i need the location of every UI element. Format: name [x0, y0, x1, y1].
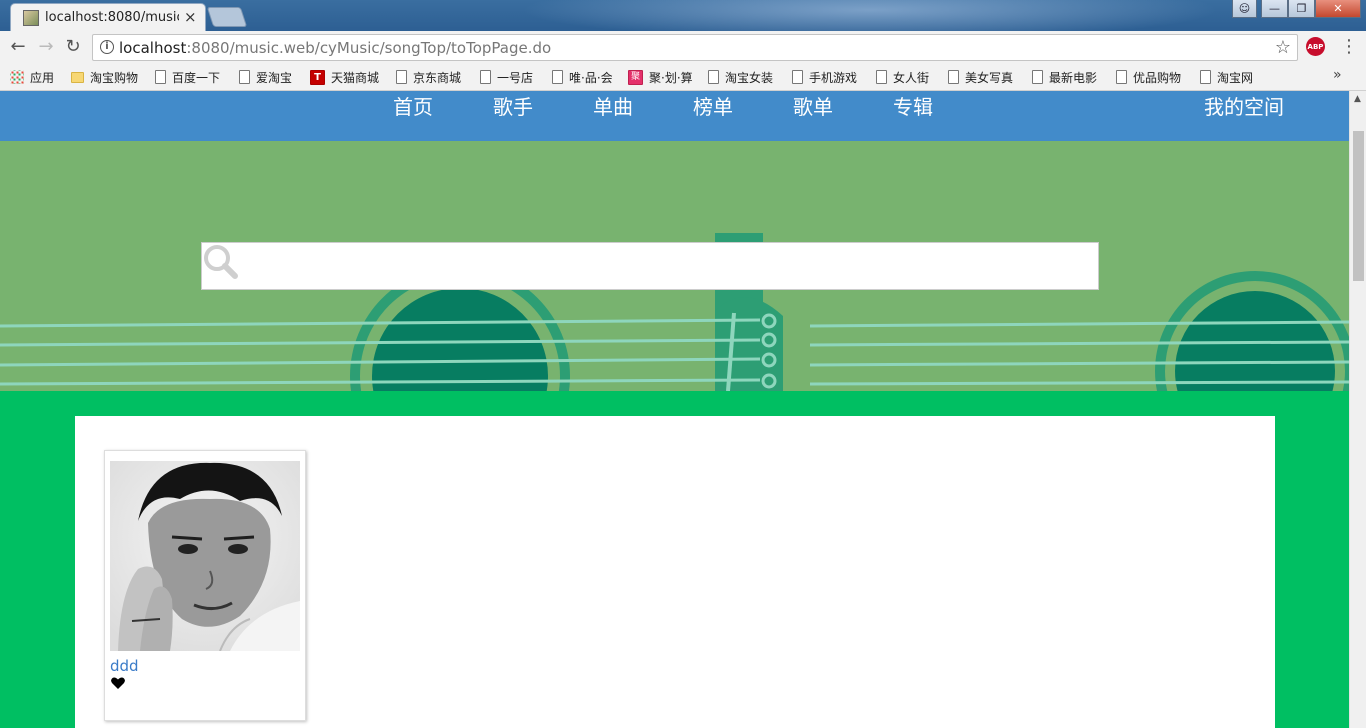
site-nav: 首页 歌手 单曲 榜单 歌单 专辑 我的空间: [0, 91, 1349, 141]
reload-button[interactable]: ↻: [62, 35, 84, 57]
scroll-thumb[interactable]: [1353, 131, 1364, 281]
bookmark-label: 淘宝购物: [90, 70, 139, 85]
restore-button[interactable]: ❐: [1288, 0, 1315, 18]
bookmark-star-icon[interactable]: ☆: [1275, 37, 1291, 58]
bookmark-label: 美女写真: [965, 70, 1014, 85]
bookmark-item[interactable]: 一号店: [480, 68, 533, 86]
bookmark-item[interactable]: 聚聚·划·算: [628, 68, 693, 86]
bookmark-item[interactable]: 淘宝女装: [708, 68, 773, 86]
more-bookmarks-icon[interactable]: »: [1333, 67, 1342, 83]
bookmark-label: 一号店: [497, 70, 534, 85]
nav-singers[interactable]: 歌手: [493, 91, 533, 120]
nav-my-space[interactable]: 我的空间: [1204, 91, 1284, 120]
bookmark-label: 手机游戏: [809, 70, 858, 85]
bookmark-label: 最新电影: [1049, 70, 1098, 85]
apps-icon: [10, 70, 24, 84]
bookmark-label: 淘宝网: [1217, 70, 1254, 85]
bookmark-item[interactable]: 美女写真: [948, 68, 1013, 86]
tab-close-icon[interactable]: ×: [184, 8, 197, 26]
content-panel: ddd: [75, 416, 1275, 728]
nav-albums[interactable]: 专辑: [893, 91, 933, 120]
bookmark-item[interactable]: 女人街: [876, 68, 929, 86]
page-icon: [1032, 70, 1043, 84]
bookmark-item[interactable]: 最新电影: [1032, 68, 1097, 86]
favicon-icon: [23, 10, 39, 26]
bookmark-label: 百度一下: [172, 70, 221, 85]
bookmark-item[interactable]: 应用: [10, 68, 54, 86]
user-icon[interactable]: ☺: [1232, 0, 1257, 18]
page-icon: [480, 70, 491, 84]
bookmark-item[interactable]: 京东商城: [396, 68, 461, 86]
browser-tab[interactable]: localhost:8080/music.w ×: [10, 3, 206, 31]
page-icon: [1200, 70, 1211, 84]
bookmark-item[interactable]: 淘宝网: [1200, 68, 1253, 86]
back-button[interactable]: ←: [7, 35, 29, 57]
bookmark-label: 聚·划·算: [649, 70, 693, 85]
page-icon: [552, 70, 563, 84]
bookmark-label: 京东商城: [413, 70, 462, 85]
close-window-button[interactable]: ✕: [1315, 0, 1361, 18]
new-tab-button[interactable]: [206, 7, 248, 27]
url-text[interactable]: localhost:8080/music.web/cyMusic/songTop…: [119, 39, 551, 57]
page-icon: [1116, 70, 1127, 84]
tmall-icon: T: [310, 69, 325, 85]
forward-button[interactable]: →: [35, 35, 57, 57]
bookmark-item[interactable]: T 天猫商城: [310, 68, 379, 86]
folder-icon: [71, 71, 84, 83]
bookmark-item[interactable]: 淘宝购物: [71, 68, 138, 86]
nav-charts[interactable]: 榜单: [693, 91, 733, 120]
page-icon: [948, 70, 959, 84]
bookmark-label: 女人街: [893, 70, 930, 85]
url-path: :8080/music.web/cyMusic/songTop/toTopPag…: [186, 39, 552, 57]
bookmark-item[interactable]: 爱淘宝: [239, 68, 292, 86]
page-viewport: 首页 歌手 单曲 榜单 歌单 专辑 我的空间 ddd: [0, 91, 1349, 728]
nav-playlists[interactable]: 歌单: [793, 91, 833, 120]
menu-icon[interactable]: ⋮: [1340, 36, 1358, 57]
scroll-up-icon[interactable]: ▲: [1354, 94, 1361, 104]
singer-name[interactable]: ddd: [110, 657, 139, 675]
minimize-button[interactable]: —: [1261, 0, 1288, 18]
vertical-scrollbar[interactable]: ▲: [1349, 91, 1366, 728]
nav-songs[interactable]: 单曲: [593, 91, 633, 120]
browser-toolbar: ← → ↻ i localhost:8080/music.web/cyMusic…: [0, 31, 1366, 63]
hero-banner: [0, 141, 1349, 391]
bookmark-item[interactable]: 手机游戏: [792, 68, 857, 86]
singer-card[interactable]: ddd: [104, 450, 306, 721]
page-icon: [876, 70, 887, 84]
address-bar[interactable]: i localhost:8080/music.web/cyMusic/songT…: [92, 34, 1298, 61]
page-icon: [708, 70, 719, 84]
page-icon: [239, 70, 250, 84]
url-host: localhost: [119, 39, 187, 57]
adblock-icon[interactable]: ABP: [1306, 37, 1325, 56]
browser-titlebar: localhost:8080/music.w × ☺ — ❐ ✕: [0, 0, 1366, 31]
page-icon: [155, 70, 166, 84]
search-icon[interactable]: [202, 243, 238, 279]
portrait-photo[interactable]: [110, 461, 300, 651]
bookmark-label: 优品购物: [1133, 70, 1182, 85]
ju-icon: 聚: [628, 69, 643, 85]
tab-title: localhost:8080/music.w: [45, 10, 179, 25]
bookmark-label: 应用: [30, 70, 55, 85]
bookmark-item[interactable]: 百度一下: [155, 68, 220, 86]
info-icon[interactable]: i: [100, 40, 114, 54]
bookmarks-bar: 应用 淘宝购物 百度一下 爱淘宝 T 天猫商城 京东商城 一号店 唯·品·会 聚聚…: [0, 63, 1366, 91]
bookmark-label: 爱淘宝: [256, 70, 293, 85]
nav-home[interactable]: 首页: [393, 91, 433, 120]
bookmark-label: 天猫商城: [331, 70, 380, 85]
bookmark-item[interactable]: 唯·品·会: [552, 68, 613, 86]
bookmark-item[interactable]: 优品购物: [1116, 68, 1181, 86]
bookmark-label: 淘宝女装: [725, 70, 774, 85]
search-input[interactable]: [210, 249, 1050, 283]
bookmark-label: 唯·品·会: [569, 70, 613, 85]
heart-icon[interactable]: [110, 675, 126, 691]
page-icon: [792, 70, 803, 84]
search-box: [201, 242, 1099, 290]
page-icon: [396, 70, 407, 84]
